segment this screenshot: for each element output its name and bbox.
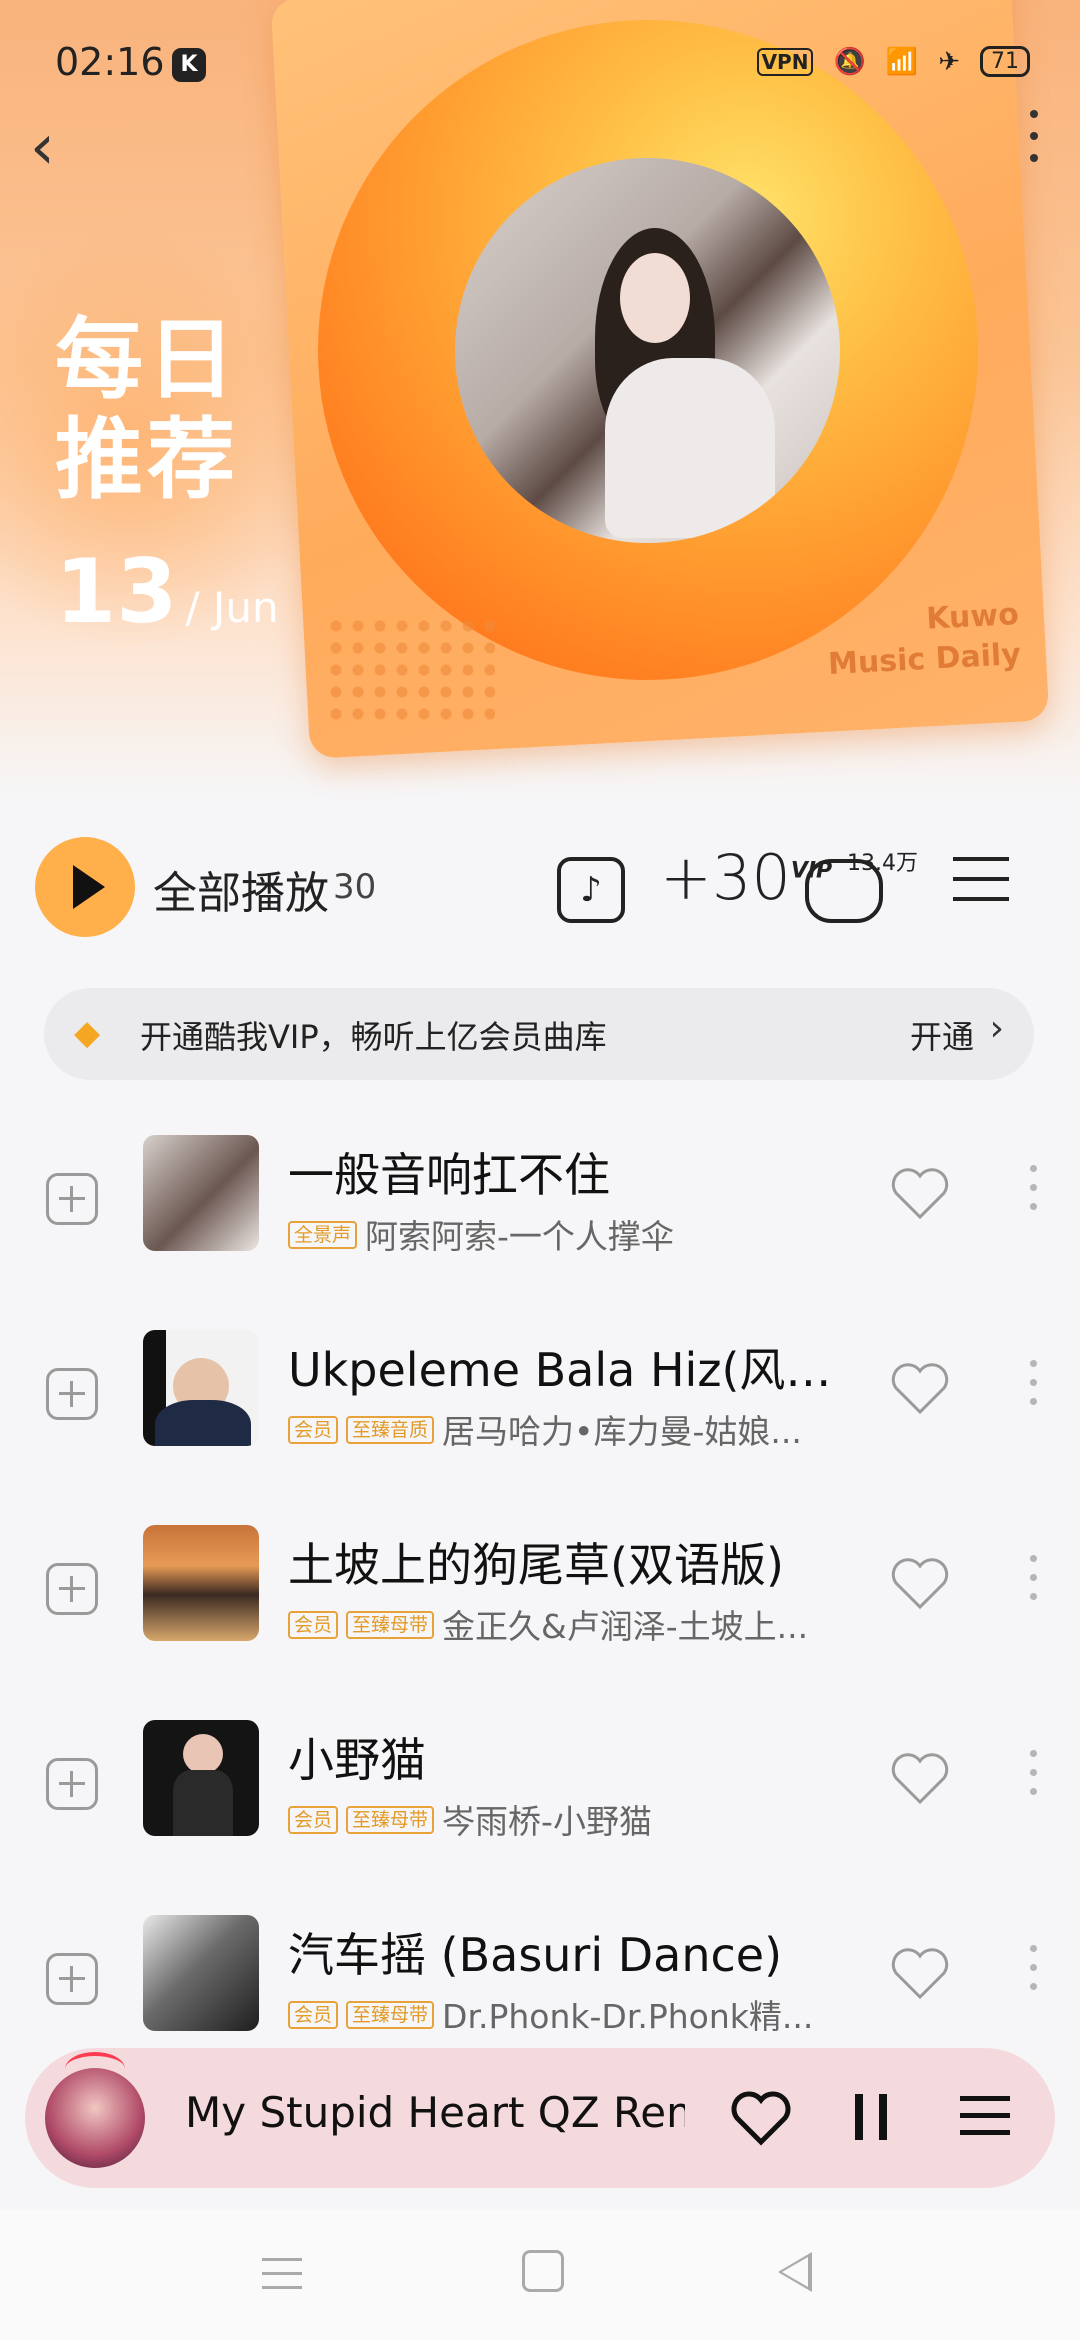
multi-select-icon[interactable] (953, 857, 1009, 937)
song-count: 30 (333, 867, 377, 907)
song-list: 一般音响扛不住 全景声 阿索阿索-一个人撑伞 Ukpeleme Bala Hiz(… (0, 1115, 1080, 2090)
song-more-icon[interactable] (1030, 1360, 1038, 1417)
song-cover (143, 1330, 259, 1446)
song-row[interactable]: 一般音响扛不住 全景声 阿索阿索-一个人撑伞 (0, 1115, 1080, 1310)
recent-apps-icon[interactable] (262, 2258, 302, 2300)
song-more-icon[interactable] (1030, 1165, 1038, 1222)
vip-tag: 会员 (288, 2000, 339, 2029)
brand-text: Kuwo Music Daily (827, 597, 1022, 682)
song-subtitle: 会员 至臻音质 居马哈力•库力曼-姑娘... (288, 1405, 848, 1453)
battery-icon: 71 (980, 46, 1030, 77)
comment-count: 13.4万 (847, 851, 918, 876)
cover-photo (455, 158, 840, 543)
song-row[interactable]: 小野猫 会员 至臻母带 岑雨桥-小野猫 (0, 1700, 1080, 1895)
play-all-button[interactable] (35, 837, 135, 937)
vip-tag: 会员 (288, 1415, 339, 1444)
song-title: 土坡上的狗尾草(双语版) (288, 1538, 784, 1592)
kuwo-notification-icon: K (172, 48, 206, 82)
quality-tag: 至臻母带 (346, 1805, 435, 1834)
vip-tag: 会员 (288, 1610, 339, 1639)
song-cover (143, 1720, 259, 1836)
vip-banner[interactable]: ◆ 开通酷我VIP，畅听上亿会员曲库 开通 › (44, 988, 1034, 1080)
add-to-playlist-icon[interactable] (46, 1758, 98, 1810)
home-icon[interactable] (522, 2250, 564, 2292)
song-title: 小野猫 (288, 1733, 426, 1787)
song-cover (143, 1525, 259, 1641)
song-subtitle: 会员 至臻母带 Dr.Phonk-Dr.Phonk精... (288, 1990, 848, 2038)
chevron-right-icon: › (989, 1008, 1004, 1049)
playlist-icon[interactable] (960, 2096, 1010, 2147)
add-to-playlist-icon[interactable] (46, 1563, 98, 1615)
heart-icon[interactable] (890, 1167, 950, 1221)
song-cover (143, 1135, 259, 1251)
dot-pattern (325, 615, 495, 725)
airplane-icon: ✈ (938, 46, 960, 77)
song-more-icon[interactable] (1030, 1945, 1038, 2002)
vpn-icon: VPN (756, 47, 814, 76)
diamond-icon: ◆ (74, 1013, 101, 1053)
back-arrow-icon[interactable]: ‹ (30, 110, 55, 183)
pause-icon[interactable] (855, 2094, 887, 2140)
song-title: 汽车摇 (Basuri Dance) (288, 1928, 783, 1982)
song-subtitle: 会员 至臻母带 岑雨桥-小野猫 (288, 1795, 848, 1843)
download-icon[interactable]: ♪ (557, 857, 625, 923)
status-bar: 02:16 K VPN 🔕 📶 ✈ 71 (0, 0, 1080, 130)
mini-player[interactable]: My Stupid Heart QZ Remi (25, 2048, 1055, 2188)
date-label: 13/ Jun (55, 540, 279, 643)
mute-bell-icon: 🔕 (833, 46, 866, 77)
play-all-row: 全部播放 30 ♪ +30VIP 13.4万 (35, 835, 1045, 937)
add-to-playlist-icon[interactable] (46, 1368, 98, 1420)
heart-icon[interactable] (731, 2090, 791, 2146)
quality-tag: 全景声 (288, 1220, 358, 1249)
song-cover (143, 1915, 259, 2031)
more-options-icon[interactable] (1030, 110, 1040, 176)
vip-open-button[interactable]: 开通 (910, 1012, 974, 1058)
page-title: 每日 推荐 (55, 308, 240, 511)
song-title: 一般音响扛不住 (288, 1148, 610, 1202)
song-row[interactable]: 土坡上的狗尾草(双语版) 会员 至臻母带 金正久&卢润泽-土坡上... (0, 1505, 1080, 1700)
add-to-playlist-icon[interactable] (46, 1173, 98, 1225)
song-subtitle: 全景声 阿索阿索-一个人撑伞 (288, 1210, 848, 1258)
heart-icon[interactable] (890, 1752, 950, 1806)
back-triangle-icon[interactable] (778, 2252, 812, 2292)
song-row[interactable]: Ukpeleme Bala Hiz(风情... 会员 至臻音质 居马哈力•库力曼-姑… (0, 1310, 1080, 1505)
heart-icon[interactable] (890, 1557, 950, 1611)
play-all-label[interactable]: 全部播放 (153, 857, 329, 921)
progress-arc (65, 2052, 125, 2086)
quality-tag: 至臻母带 (346, 2000, 435, 2029)
status-time: 02:16 (55, 40, 165, 84)
now-playing-title[interactable]: My Stupid Heart QZ Remi (185, 2088, 685, 2137)
song-more-icon[interactable] (1030, 1750, 1038, 1807)
quality-tag: 至臻音质 (346, 1415, 435, 1444)
wifi-icon: 📶 (885, 46, 919, 77)
song-more-icon[interactable] (1030, 1555, 1038, 1612)
system-nav-bar (0, 2210, 1080, 2340)
vip-promo-text: 开通酷我VIP，畅听上亿会员曲库 (140, 1018, 607, 1056)
vip-tag: 会员 (288, 1805, 339, 1834)
heart-icon[interactable] (890, 1362, 950, 1416)
song-title: Ukpeleme Bala Hiz(风情... (288, 1343, 848, 1397)
add-to-playlist-icon[interactable] (46, 1953, 98, 2005)
quality-tag: 至臻母带 (346, 1610, 435, 1639)
song-subtitle: 会员 至臻母带 金正久&卢润泽-土坡上... (288, 1600, 848, 1648)
heart-icon[interactable] (890, 1947, 950, 2001)
